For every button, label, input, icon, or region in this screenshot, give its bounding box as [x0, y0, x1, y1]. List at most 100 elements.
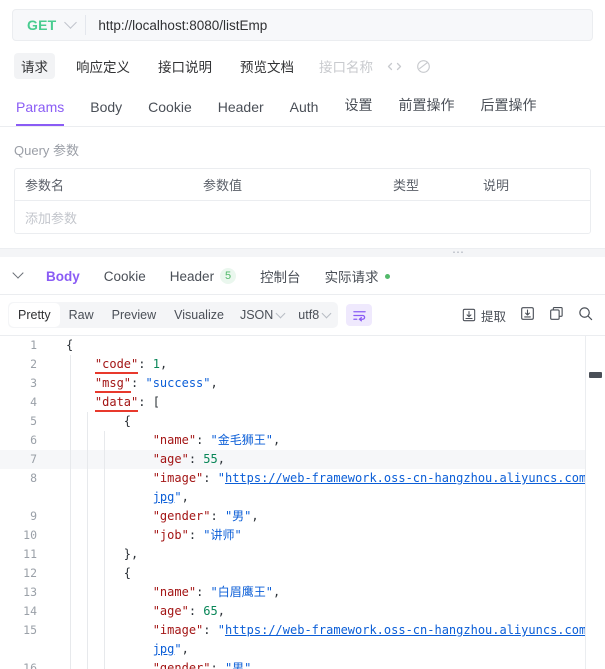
- fold-column[interactable]: [46, 545, 66, 564]
- text-wrap-toggle[interactable]: [346, 304, 373, 326]
- table-row[interactable]: 添加参数: [15, 201, 590, 233]
- code-token: ,: [217, 452, 225, 466]
- fold-column[interactable]: [46, 640, 66, 659]
- search-button[interactable]: [578, 306, 593, 324]
- code-token: "success": [145, 376, 211, 390]
- viewer-scrollbar-thumb[interactable]: [589, 372, 602, 378]
- code-token: :: [196, 585, 211, 599]
- doctab-response-schema[interactable]: 响应定义: [69, 53, 137, 79]
- fold-column[interactable]: [46, 412, 66, 431]
- code-token: :: [138, 395, 153, 409]
- doctab-preview-doc[interactable]: 预览文档: [233, 53, 301, 79]
- format-select-value: JSON: [239, 308, 274, 322]
- code-line: 2 "code": 1,: [0, 355, 605, 374]
- code-token: ": [174, 642, 182, 656]
- line-number: 3: [30, 376, 37, 390]
- fold-column[interactable]: [46, 393, 66, 412]
- viewer-scrollbar[interactable]: [585, 336, 605, 669]
- column-header-type: 类型: [393, 178, 420, 193]
- code-line: 14 "age": 65,: [0, 602, 605, 621]
- extract-button[interactable]: 提取: [462, 306, 506, 325]
- code-line-text: {: [66, 336, 605, 355]
- response-tab-console[interactable]: 控制台: [260, 266, 301, 286]
- code-token[interactable]: jpg: [153, 642, 175, 656]
- tab-body[interactable]: Body: [90, 93, 122, 126]
- fold-column[interactable]: [46, 564, 66, 583]
- view-mode-raw[interactable]: Raw: [61, 304, 102, 326]
- code-token: "age": [152, 604, 189, 618]
- response-tab-header[interactable]: Header 5: [170, 268, 237, 284]
- code-line: 6 "name": "金毛狮王",: [0, 431, 605, 450]
- line-number: 7: [30, 452, 37, 466]
- copy-button[interactable]: [549, 306, 564, 324]
- fold-column[interactable]: [46, 507, 66, 526]
- url-input[interactable]: http://localhost:8080/listEmp: [86, 18, 592, 33]
- code-token: :: [131, 376, 146, 390]
- tab-header[interactable]: Header: [218, 93, 264, 126]
- tab-pre-operation[interactable]: 前置操作: [398, 89, 454, 126]
- view-mode-visualize[interactable]: Visualize: [166, 304, 232, 326]
- code-line-text: "data": [: [66, 393, 605, 412]
- response-tab-actual-request[interactable]: 实际请求: [325, 266, 390, 286]
- code-line-text: {: [66, 564, 605, 583]
- code-line-text: "image": "https://web-framework.oss-cn-h…: [66, 621, 605, 640]
- code-line-text: },: [66, 545, 605, 564]
- chevron-down-icon[interactable]: [12, 267, 24, 279]
- indent-guide: [87, 412, 88, 669]
- fold-column[interactable]: [46, 659, 66, 669]
- response-body-viewer[interactable]: 1{2 "code": 1, 3 "msg": "success", 4 "data…: [0, 335, 605, 669]
- tab-params[interactable]: Params: [16, 93, 65, 126]
- tab-cookie[interactable]: Cookie: [148, 93, 192, 126]
- fold-column[interactable]: [46, 621, 66, 640]
- http-method-selector[interactable]: GET: [13, 10, 85, 40]
- format-select[interactable]: JSON: [234, 304, 290, 326]
- code-token[interactable]: jpg: [153, 490, 175, 504]
- code-token[interactable]: https://web-framework.oss-cn-hangzhou.al…: [225, 471, 605, 485]
- fold-column[interactable]: [46, 583, 66, 602]
- document-tab-row: 请求 响应定义 接口说明 预览文档 接口名称: [0, 41, 605, 89]
- code-token: "code": [94, 357, 139, 374]
- tab-auth[interactable]: Auth: [290, 93, 319, 126]
- encoding-select[interactable]: utf8: [292, 304, 336, 326]
- code-token: :: [210, 509, 225, 523]
- tab-post-operation[interactable]: 后置操作: [480, 89, 536, 126]
- fold-column[interactable]: [46, 526, 66, 545]
- line-number: 11: [23, 547, 37, 561]
- code-token: :: [138, 357, 153, 371]
- code-line-text: jpg",: [66, 640, 605, 659]
- splitter-drag-handle[interactable]: ⋯: [452, 246, 465, 258]
- fold-column[interactable]: [46, 431, 66, 450]
- add-param-input[interactable]: 添加参数: [15, 208, 193, 227]
- code-brackets-icon[interactable]: [387, 60, 402, 73]
- doctab-interface-doc[interactable]: 接口说明: [151, 53, 219, 79]
- response-tab-cookie[interactable]: Cookie: [104, 269, 146, 284]
- doctab-request[interactable]: 请求: [14, 53, 55, 79]
- view-mode-pretty[interactable]: Pretty: [10, 304, 59, 326]
- request-url-bar: GET http://localhost:8080/listEmp: [12, 9, 593, 41]
- viewer-toolbar-actions: 提取: [462, 306, 593, 325]
- code-token: ": [217, 471, 225, 485]
- interface-name-field[interactable]: 接口名称: [319, 56, 373, 76]
- globe-share-icon[interactable]: [416, 59, 431, 74]
- fold-column[interactable]: [46, 336, 66, 355]
- panel-splitter[interactable]: ⋯: [0, 246, 605, 258]
- tab-settings[interactable]: 设置: [344, 89, 372, 126]
- code-token: },: [123, 547, 139, 561]
- fold-column[interactable]: [46, 488, 66, 507]
- column-header-description: 说明: [483, 178, 510, 193]
- code-token: :: [188, 604, 204, 618]
- fold-column[interactable]: [46, 602, 66, 621]
- code-token: 65: [203, 604, 218, 618]
- save-button[interactable]: [520, 306, 535, 324]
- view-mode-preview[interactable]: Preview: [104, 304, 164, 326]
- code-line-text: "gender": "男",: [66, 659, 605, 669]
- query-params-table: 参数名 参数值 类型 说明 添加参数: [14, 168, 591, 234]
- response-tab-body[interactable]: Body: [46, 269, 80, 284]
- fold-column[interactable]: [46, 355, 66, 374]
- code-token[interactable]: https://web-framework.oss-cn-hangzhou.al…: [225, 623, 605, 637]
- code-line-text: "job": "讲师": [66, 526, 605, 545]
- query-params-title: Query 参数: [14, 143, 80, 158]
- fold-column[interactable]: [46, 450, 66, 469]
- fold-column[interactable]: [46, 469, 66, 488]
- fold-column[interactable]: [46, 374, 66, 393]
